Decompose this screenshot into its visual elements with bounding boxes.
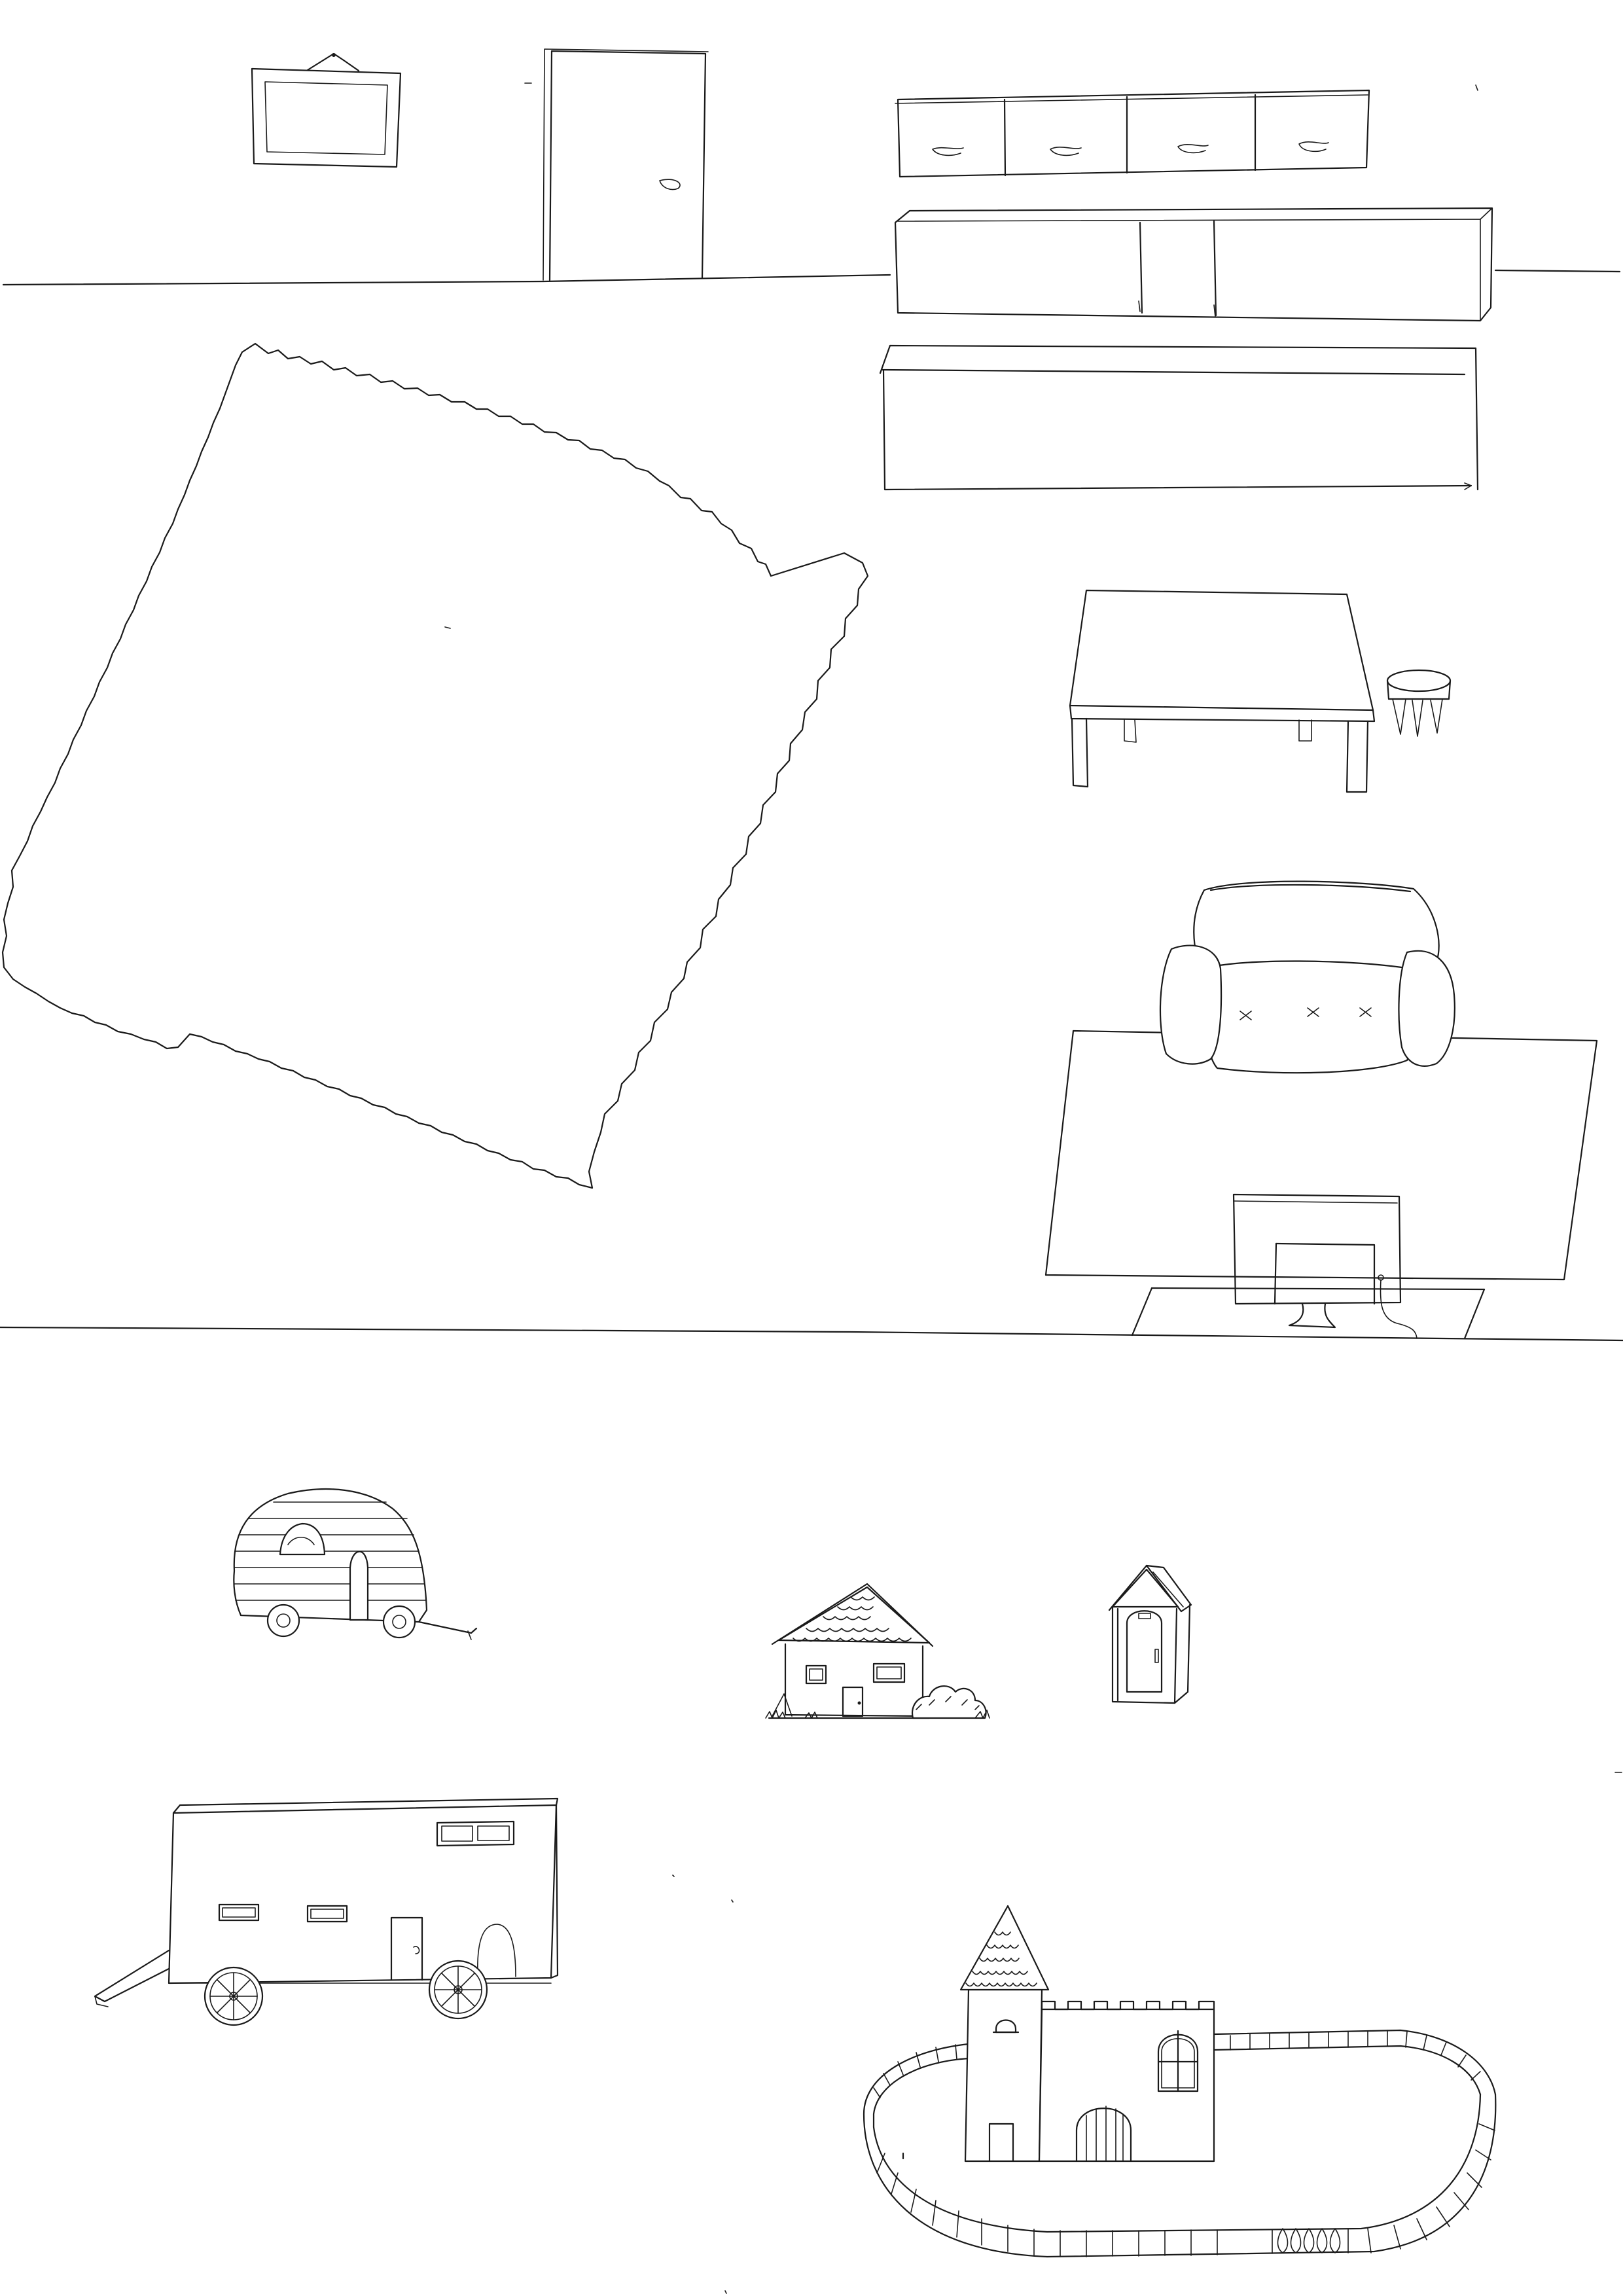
wagon-trailer [94, 1797, 559, 2026]
vehicles-and-buildings [94, 1488, 1622, 2294]
sentry-box [1108, 1564, 1192, 1704]
low-cabinet [879, 344, 1479, 491]
teardrop-caravan [233, 1488, 478, 1640]
wall-cabinets [895, 84, 1478, 178]
small-house [765, 1583, 990, 1719]
castle-with-fence [863, 1905, 1497, 2258]
armchair [1159, 880, 1455, 1074]
sideboard [894, 207, 1493, 322]
trailer-wheel-front [204, 1966, 264, 2026]
drawing-sheet [0, 0, 1623, 2296]
room-scene [0, 48, 1623, 1342]
section-divider [0, 1326, 1623, 1342]
wall-picture [251, 52, 402, 168]
sketch-canvas [0, 48, 1623, 2294]
door [524, 48, 709, 281]
fence-gate [1272, 2228, 1349, 2254]
table [1069, 589, 1376, 793]
tv [1131, 1193, 1486, 1340]
wall-baseline [2, 269, 1621, 286]
wavy-rug [1, 342, 869, 1189]
stool [1386, 669, 1452, 737]
trailer-wheel-rear [428, 1960, 488, 2020]
